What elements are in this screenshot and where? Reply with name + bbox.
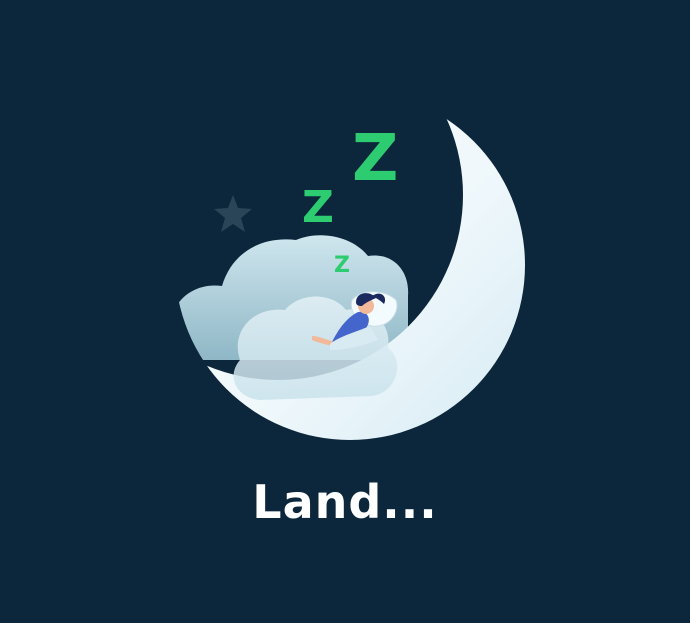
loading-status-text: Land... xyxy=(252,475,438,529)
z-letter-small: Z xyxy=(334,253,350,278)
sleep-z-medium: Z xyxy=(302,182,334,233)
sleep-z-small: Z xyxy=(334,253,350,278)
z-letter-large: Z xyxy=(352,122,398,196)
z-letter-medium: Z xyxy=(302,182,334,233)
sleep-z-large: Z xyxy=(352,122,398,196)
loading-screen: Z Z Z Land... xyxy=(0,0,690,623)
